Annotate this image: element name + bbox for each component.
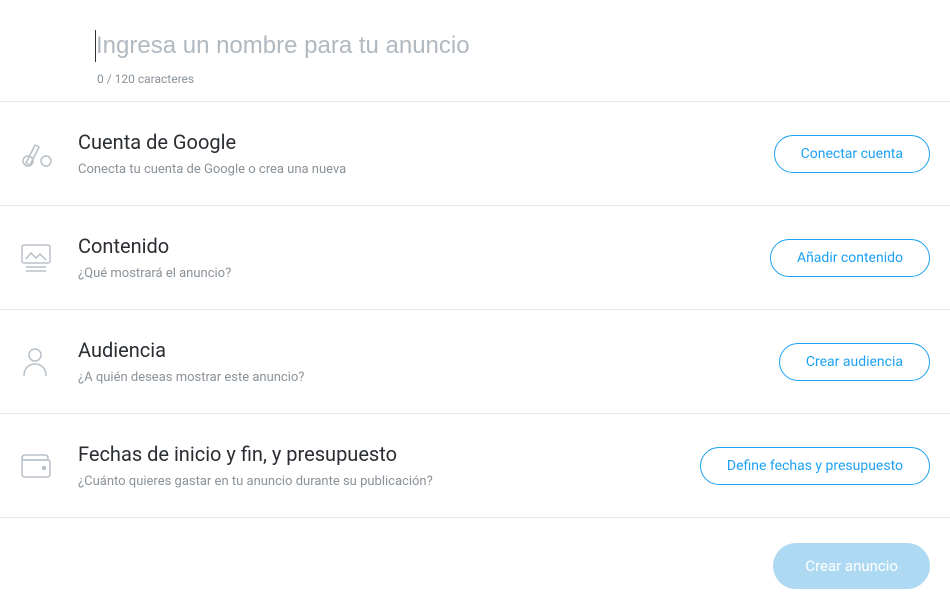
audience-section-subtitle: ¿A quién deseas mostrar este anuncio? [78,370,779,385]
google-account-section: Cuenta de Google Conecta tu cuenta de Go… [0,102,950,206]
ad-name-section: 0 / 120 caracteres [0,0,950,102]
content-icon [18,243,78,273]
character-counter: 0 / 120 caracteres [97,72,950,86]
add-content-button[interactable]: Añadir contenido [770,239,930,277]
create-audience-button[interactable]: Crear audiencia [779,343,930,381]
ad-name-input[interactable] [95,30,950,62]
create-ad-button[interactable]: Crear anuncio [773,543,930,589]
audience-section-title: Audiencia [78,338,779,362]
wallet-icon [18,452,78,480]
google-section-title: Cuenta de Google [78,130,774,154]
footer: Crear anuncio [0,518,950,614]
content-section-subtitle: ¿Qué mostrará el anuncio? [78,266,770,281]
schedule-section-title: Fechas de inicio y fin, y presupuesto [78,442,700,466]
content-section-title: Contenido [78,234,770,258]
content-section: Contenido ¿Qué mostrará el anuncio? Añad… [0,206,950,310]
google-ads-icon [18,139,78,169]
audience-section: Audiencia ¿A quién deseas mostrar este a… [0,310,950,414]
audience-icon [18,346,78,378]
schedule-section-subtitle: ¿Cuánto quieres gastar en tu anuncio dur… [78,474,700,489]
connect-account-button[interactable]: Conectar cuenta [774,135,930,173]
define-schedule-budget-button[interactable]: Define fechas y presupuesto [700,447,930,485]
google-section-subtitle: Conecta tu cuenta de Google o crea una n… [78,162,774,177]
schedule-budget-section: Fechas de inicio y fin, y presupuesto ¿C… [0,414,950,518]
